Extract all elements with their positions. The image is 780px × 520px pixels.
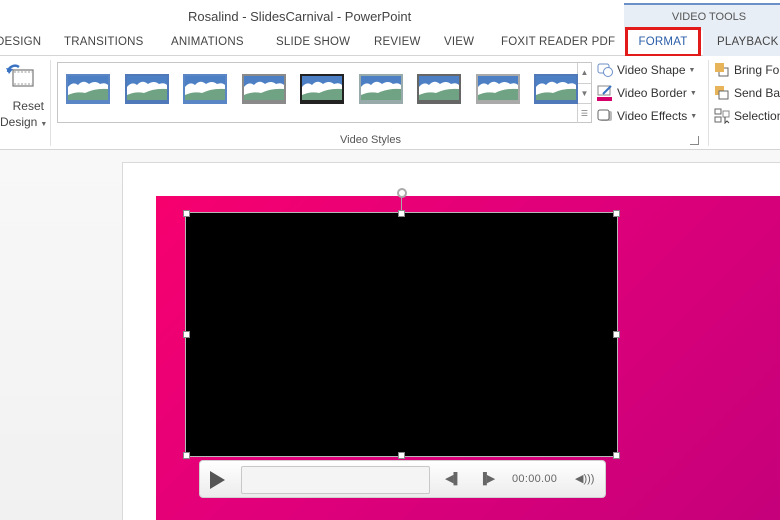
video-style-thumbnail-icon	[534, 74, 578, 104]
video-border-button[interactable]: Video Border ▼	[597, 83, 697, 103]
reset-design-label: Reset Design ▼	[0, 99, 48, 129]
send-backward-icon	[715, 86, 729, 100]
resize-handle-left[interactable]	[183, 331, 190, 338]
video-style-thumbnail[interactable]	[65, 73, 111, 105]
step-back-icon[interactable]: ◀▌	[445, 472, 461, 485]
video-shape-icon	[597, 63, 613, 77]
video-styles-gallery[interactable]: ▲ ▼ ☰	[57, 62, 592, 123]
video-effects-button[interactable]: Video Effects ▼	[597, 106, 697, 126]
bring-forward-icon	[715, 63, 729, 77]
ribbon: Reset Design ▼ ▲ ▼ ☰ Video Styles Video S…	[0, 56, 780, 150]
video-tools-label: VIDEO TOOLS	[671, 11, 747, 23]
video-style-thumbnail[interactable]	[124, 73, 170, 105]
resize-handle-bottom[interactable]	[398, 452, 405, 459]
video-style-thumbnail-icon	[358, 74, 403, 104]
chevron-down-icon: ▼	[40, 121, 48, 128]
resize-handle-top[interactable]	[398, 210, 405, 217]
chevron-down-icon: ▼	[690, 112, 698, 120]
video-style-thumbnail-icon	[475, 74, 520, 104]
resize-handle-right[interactable]	[613, 331, 620, 338]
rotation-handle[interactable]	[397, 188, 407, 198]
resize-handle-bottom-right[interactable]	[613, 452, 620, 459]
tab-design[interactable]: DESIGN	[0, 36, 41, 48]
play-icon[interactable]	[210, 471, 225, 489]
video-style-thumbnail[interactable]	[475, 73, 521, 105]
video-style-thumbnail-icon	[124, 74, 169, 104]
chevron-down-icon: ▼	[689, 89, 697, 97]
volume-icon[interactable]: ◀)))	[575, 472, 594, 485]
gallery-scroll-up-button[interactable]: ▲	[577, 63, 591, 83]
selection-pane-icon	[714, 108, 730, 124]
tab-review[interactable]: REVIEW	[374, 36, 421, 48]
tab-foxit-reader-pdf[interactable]: FOXIT READER PDF	[501, 36, 615, 48]
tab-playback[interactable]: PLAYBACK	[703, 30, 780, 56]
bring-forward-button[interactable]: Bring Fo	[714, 60, 779, 80]
video-style-thumbnail[interactable]	[299, 73, 345, 105]
tab-transitions[interactable]: TRANSITIONS	[64, 36, 144, 48]
video-placeholder[interactable]	[185, 212, 618, 457]
selection-pane-button[interactable]: Selection	[714, 106, 780, 126]
video-styles-group-label: Video Styles	[340, 134, 401, 146]
video-style-thumbnail-icon	[300, 74, 344, 104]
resize-handle-top-left[interactable]	[183, 210, 190, 217]
tab-slide-show[interactable]: SLIDE SHOW	[276, 36, 350, 48]
step-forward-icon[interactable]: ▐▶	[479, 472, 495, 485]
video-style-thumbnail[interactable]	[241, 73, 287, 105]
video-style-thumbnail-icon	[183, 74, 227, 104]
gallery-more-button[interactable]: ☰	[577, 103, 591, 123]
chevron-down-icon: ▼	[688, 66, 696, 74]
title-bar: Rosalind - SlidesCarnival - PowerPoint V…	[0, 0, 780, 30]
tab-animations[interactable]: ANIMATIONS	[171, 36, 244, 48]
resize-handle-bottom-left[interactable]	[183, 452, 190, 459]
window-title: Rosalind - SlidesCarnival - PowerPoint	[188, 9, 412, 24]
video-tools-context-group: VIDEO TOOLS	[624, 3, 780, 30]
dialog-launcher-icon[interactable]	[690, 136, 699, 145]
tab-format[interactable]: FORMAT	[625, 27, 701, 57]
video-style-thumbnail[interactable]	[533, 73, 579, 105]
video-style-thumbnail-icon	[241, 74, 286, 104]
resize-handle-top-right[interactable]	[613, 210, 620, 217]
video-style-thumbnail[interactable]	[182, 73, 228, 105]
tab-view[interactable]: VIEW	[444, 36, 474, 48]
ribbon-tabs: DESIGN TRANSITIONS ANIMATIONS SLIDE SHOW…	[0, 27, 780, 57]
video-style-thumbnail[interactable]	[416, 73, 462, 105]
video-style-thumbnail-icon	[66, 74, 110, 104]
video-effects-icon	[597, 109, 612, 121]
rotation-handle-stem	[401, 198, 402, 210]
playback-time: 00:00.00	[512, 473, 558, 485]
video-border-icon	[597, 85, 612, 101]
video-shape-button[interactable]: Video Shape ▼	[597, 60, 695, 80]
video-style-thumbnail[interactable]	[358, 73, 404, 105]
reset-design-icon	[6, 64, 34, 87]
reset-design-button[interactable]: Reset Design ▼	[0, 58, 48, 134]
playback-timeline[interactable]	[241, 466, 430, 494]
group-separator	[708, 60, 709, 146]
group-separator	[50, 60, 51, 146]
send-backward-button[interactable]: Send Bac	[714, 83, 780, 103]
video-player-controls: ◀▌ ▐▶ 00:00.00 ◀)))	[199, 460, 606, 498]
gallery-scroll-down-button[interactable]: ▼	[577, 83, 591, 103]
video-style-thumbnail-icon	[417, 74, 461, 104]
